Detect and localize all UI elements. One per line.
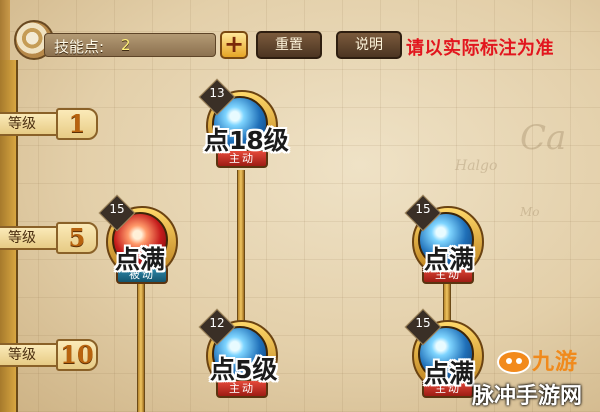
skill-points-label: 技能点:: [54, 38, 105, 56]
skill-annotation: 点满: [115, 245, 166, 274]
watermark-brand: 九游: [532, 350, 579, 375]
watermark-logo-icon: [497, 350, 531, 374]
top-bar: 技能点: 2 + 重置 说明 请以实际标注为准: [0, 0, 600, 60]
level-tier-5: 等级 5: [0, 222, 100, 254]
level-value: 1: [56, 108, 98, 140]
info-button[interactable]: 说明: [336, 31, 402, 59]
skill-annotation: 点5级: [210, 355, 278, 384]
skill-max-level: 15: [415, 316, 431, 330]
level-label: 等级: [0, 112, 60, 136]
notice-text: 请以实际标注为准: [406, 38, 554, 59]
reset-button[interactable]: 重置: [256, 31, 322, 59]
map-decoration: Mo: [520, 205, 540, 219]
skill-tree-screen: Ca Halgo Mo 技能点: 2 + 重置 说明 请以实际标注为准 等级 1…: [0, 0, 600, 412]
skill-max-level: 12: [209, 316, 225, 330]
level-tier-10: 等级 10: [0, 339, 100, 371]
add-skill-points-button[interactable]: +: [220, 31, 248, 59]
level-label: 等级: [0, 343, 60, 367]
map-decoration: Halgo: [455, 158, 498, 174]
skill-max-level: 13: [209, 86, 225, 100]
skill-connector: [237, 170, 245, 330]
skill-max-level: 15: [109, 202, 125, 216]
level-value: 10: [56, 339, 98, 371]
skill-annotation: 点满: [424, 359, 475, 388]
level-value: 5: [56, 222, 98, 254]
skill-max-level: 15: [415, 202, 431, 216]
skill-points-value: 2: [121, 36, 131, 54]
watermark-site: 脉冲手游网: [472, 384, 583, 409]
level-tier-1: 等级 1: [0, 108, 100, 140]
skill-connector: [137, 282, 145, 412]
skill-annotation: 点满: [424, 245, 475, 274]
skill-annotation: 点18级: [204, 126, 289, 155]
level-label: 等级: [0, 226, 60, 250]
map-decoration: Ca: [520, 118, 567, 158]
